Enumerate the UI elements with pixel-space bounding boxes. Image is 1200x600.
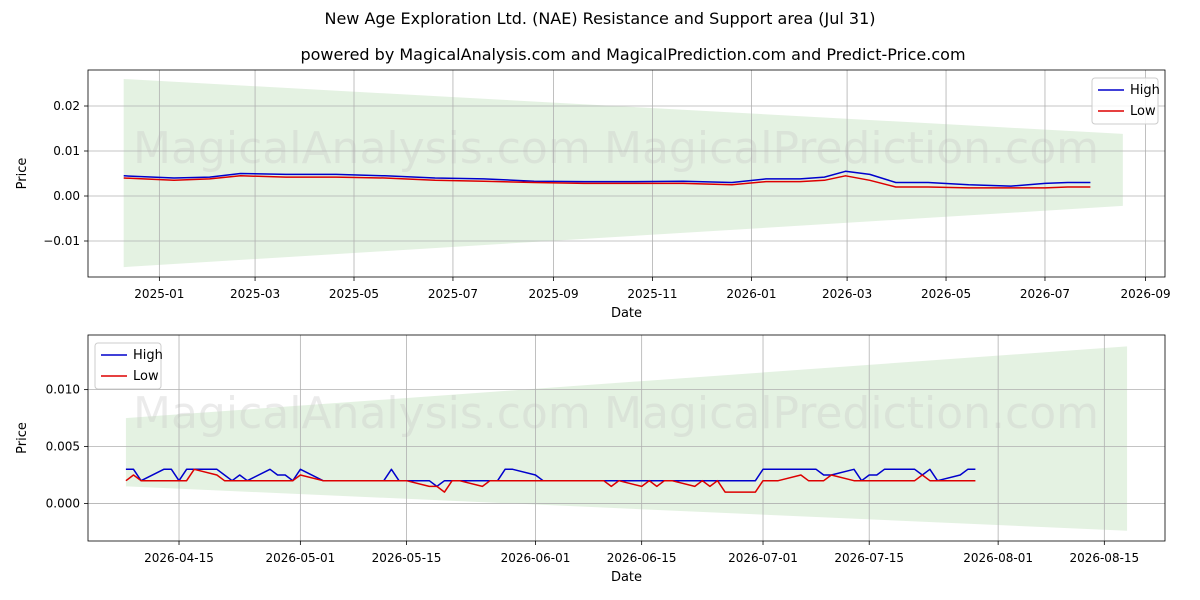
- top-x-tick-label: 2026-03: [822, 287, 872, 301]
- bottom-y-axis-label: Price: [15, 422, 30, 454]
- bottom-x-tick-label: 2026-08-01: [963, 551, 1033, 565]
- bottom-watermark: MagicalPrediction.com: [604, 388, 1099, 439]
- top-y-tick-label: 0.00: [53, 189, 80, 203]
- top-legend-label-low: Low: [1130, 104, 1156, 119]
- bottom-legend-label-high: High: [133, 348, 163, 363]
- bottom-x-tick-label: 2026-08-15: [1069, 551, 1139, 565]
- top-x-tick-label: 2025-03: [230, 287, 280, 301]
- bottom-x-tick-label: 2026-06-15: [607, 551, 677, 565]
- top-plot: MagicalAnalysis.com MagicalPrediction.com…: [15, 69, 1171, 321]
- top-legend-label-high: High: [1130, 83, 1160, 98]
- bottom-x-tick-label: 2026-05-01: [265, 551, 335, 565]
- bottom-y-tick-label: 0.005: [46, 440, 80, 454]
- bottom-x-axis-label: Date: [611, 570, 642, 585]
- top-y-tick-label: 0.02: [53, 99, 80, 113]
- bottom-plot: MagicalAnalysis.com MagicalPrediction.com…: [15, 334, 1166, 585]
- top-y-tick-label: −0.01: [43, 234, 80, 248]
- bottom-x-tick-label: 2026-07-01: [728, 551, 798, 565]
- top-x-tick-label: 2026-01: [726, 287, 776, 301]
- top-watermark: MagicalAnalysis.com: [133, 123, 591, 174]
- bottom-y-tick-label: 0.000: [46, 496, 80, 510]
- chart-canvas: MagicalAnalysis.com MagicalPrediction.com…: [15, 69, 1171, 585]
- bottom-y-tick-label: 0.010: [46, 383, 80, 397]
- top-x-tick-label: 2026-09: [1120, 287, 1170, 301]
- bottom-x-tick-label: 2026-05-15: [372, 551, 442, 565]
- top-y-tick-label: 0.01: [53, 144, 80, 158]
- top-x-tick-label: 2025-09: [528, 287, 578, 301]
- bottom-legend-label-low: Low: [133, 369, 159, 384]
- top-watermark: MagicalPrediction.com: [604, 123, 1099, 174]
- bottom-x-tick-label: 2026-04-15: [144, 551, 214, 565]
- bottom-x-tick-label: 2026-07-15: [834, 551, 904, 565]
- top-x-tick-label: 2026-07: [1020, 287, 1070, 301]
- bottom-legend: High Low: [94, 342, 163, 390]
- top-x-tick-label: 2025-11: [627, 287, 677, 301]
- bottom-x-tick-label: 2026-06-01: [501, 551, 571, 565]
- bottom-watermark: MagicalAnalysis.com: [133, 388, 591, 439]
- top-x-axis-label: Date: [611, 306, 642, 321]
- top-y-axis-label: Price: [15, 158, 30, 190]
- top-legend: High Low: [1091, 77, 1160, 125]
- top-x-tick-label: 2025-05: [329, 287, 379, 301]
- top-x-tick-label: 2025-01: [134, 287, 184, 301]
- top-x-tick-label: 2025-07: [428, 287, 478, 301]
- top-x-tick-label: 2026-05: [921, 287, 971, 301]
